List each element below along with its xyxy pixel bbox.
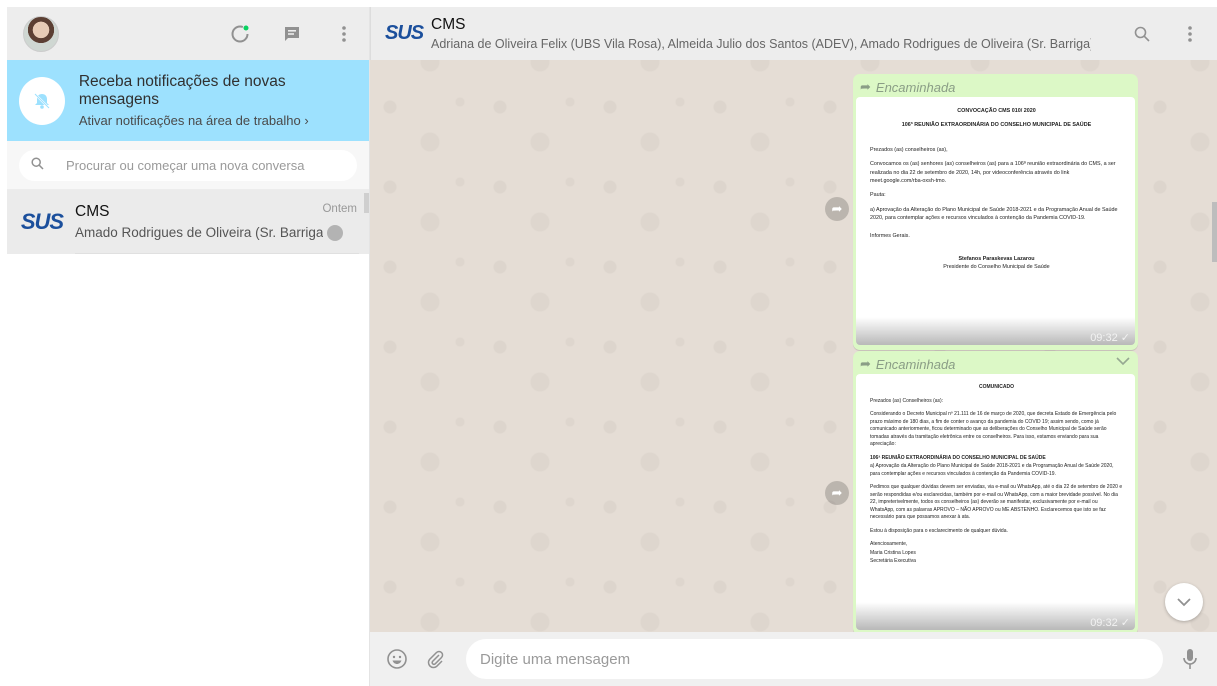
profile-avatar[interactable] [23, 15, 59, 52]
message-bubble[interactable]: ➦ Encaminhada CONVOCAÇÃO CMS 010/ 2020 10… [853, 74, 1138, 350]
doc-heading: COMUNICADO [979, 384, 1014, 390]
group-title: CMS [431, 16, 466, 33]
conversation-scrollbar[interactable] [1212, 202, 1217, 262]
doc-signature-name: Maria Cristina Lopes [870, 549, 916, 556]
muted-icon [327, 224, 343, 241]
doc-greeting: Prezados (as) conselheiros (as), [870, 146, 948, 153]
search-bar [7, 141, 369, 190]
notification-title: Receba notificações de novas mensagens [78, 73, 286, 108]
doc-item: a) Aprovação da Alteração do Plano Munic… [870, 463, 1114, 477]
doc-item: a) Aprovação da Alteração do Plano Munic… [870, 206, 1118, 221]
doc-body3: Estou à disposição para o esclarecimento… [870, 527, 1008, 534]
attach-icon[interactable] [424, 648, 446, 670]
doc-signature-role: Presidente do Conselho Municipal de Saúd… [943, 264, 1050, 271]
message-input[interactable] [466, 639, 1163, 679]
chat-avatar: SUS [20, 209, 64, 234]
group-avatar: SUS [385, 22, 424, 44]
enable-notifications-link[interactable]: Ativar notificações na área de trabalho … [79, 113, 357, 128]
doc-signature-name: Stefanos Paraskevas Lazarou [958, 255, 1035, 262]
sidebar-header [7, 7, 369, 60]
doc-signature-role: Secretária Executiva [870, 558, 916, 564]
search-box[interactable] [19, 150, 357, 181]
chat-list-item[interactable]: SUS CMS Ontem Amado Rodrigues de Oliveir… [7, 190, 369, 254]
forward-share-icon[interactable]: ➦ [825, 481, 849, 505]
document-image[interactable]: CONVOCAÇÃO CMS 010/ 2020 106ª REUNIÃO EX… [856, 97, 1135, 345]
chevron-down-icon[interactable] [1116, 354, 1130, 369]
sidebar-scrollbar[interactable] [364, 193, 369, 213]
message-time: 09:32 ✓ [1090, 332, 1130, 344]
sidebar-header-actions [229, 23, 355, 45]
doc-subheading: 106ª REUNIÃO EXTRAORDINÁRIA DO CONSELHO … [870, 454, 1046, 461]
forwarded-label: ➦ Encaminhada [860, 79, 956, 95]
search-input[interactable] [66, 158, 345, 173]
chat-time: Ontem [322, 202, 357, 215]
emoji-icon[interactable] [386, 648, 408, 670]
forwarded-label: ➦ Encaminhada [860, 356, 956, 372]
composer [370, 632, 1217, 686]
doc-body2: Pedimos que qualquer dúvidas devem ser e… [870, 484, 1123, 520]
bell-off-icon [19, 76, 65, 125]
doc-body: Convocamos os (as) senhores (as) conselh… [870, 161, 1116, 184]
search-icon [31, 156, 44, 175]
microphone-icon[interactable] [1179, 648, 1201, 670]
doc-subheading: 106ª REUNIÃO EXTRAORDINÁRIA DO CONSELHO … [901, 122, 1092, 129]
new-chat-icon[interactable] [281, 23, 303, 45]
conversation-header[interactable]: SUS CMS Adriana de Oliveira Felix (UBS V… [370, 7, 1217, 60]
scroll-down-button[interactable] [1165, 583, 1203, 621]
search-messages-icon[interactable] [1131, 23, 1153, 45]
group-participants: Adriana de Oliveira Felix (UBS Vila Rosa… [431, 37, 1091, 51]
doc-heading: CONVOCAÇÃO CMS 010/ 2020 [957, 108, 1036, 114]
conversation-panel: SUS CMS Adriana de Oliveira Felix (UBS V… [370, 7, 1217, 686]
chat-name: CMS [75, 202, 110, 220]
menu-icon[interactable] [333, 23, 355, 45]
chevron-down-icon [1177, 597, 1191, 606]
chat-last-message: Amado Rodrigues de Oliveira (Sr. Barriga… [75, 225, 323, 240]
forward-arrow-icon: ➦ [860, 356, 871, 371]
doc-greeting: Prezados (as) Conselheiros (as): [870, 397, 944, 404]
forward-arrow-icon: ➦ [860, 79, 871, 94]
doc-pauta: Pauta: [870, 192, 886, 199]
doc-body: Considerando o Decreto Municipal nº 21.1… [870, 411, 1117, 447]
sidebar: Receba notificações de novas mensagens A… [7, 7, 370, 686]
doc-informes: Informes Gerais. [870, 233, 910, 240]
notification-banner[interactable]: Receba notificações de novas mensagens A… [7, 60, 369, 141]
forward-share-icon[interactable]: ➦ [825, 197, 849, 221]
chat-menu-icon[interactable] [1179, 23, 1201, 45]
document-image[interactable]: COMUNICADO Prezados (as) Conselheiros (a… [856, 374, 1135, 630]
doc-closing: Atenciosamente, [870, 541, 908, 547]
message-time: 09:32 ✓ [1090, 617, 1130, 629]
status-icon[interactable] [229, 23, 251, 45]
message-bubble[interactable]: ➦ Encaminhada COMUNICADO Prezados (as) Co… [853, 351, 1138, 635]
